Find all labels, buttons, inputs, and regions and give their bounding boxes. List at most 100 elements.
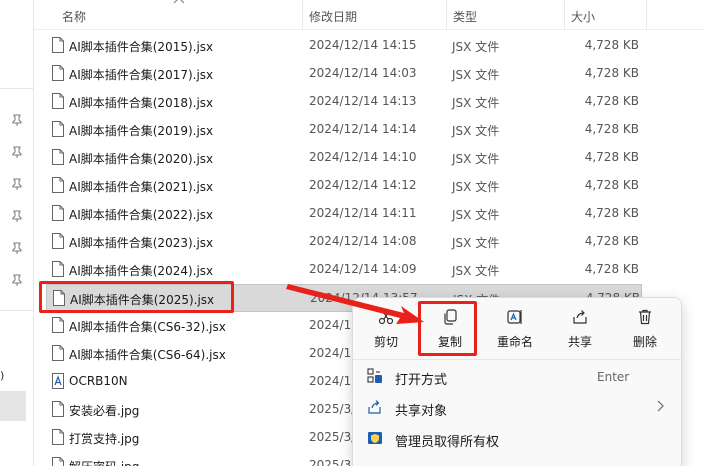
file-date: 2024/12/14 14:13 <box>309 94 417 108</box>
jsx-file-icon <box>52 149 64 165</box>
file-row[interactable]: AI脚本插件合集(2015).jsx 2024/12/14 14:15 JSX … <box>46 32 642 60</box>
pin-icon[interactable] <box>12 178 22 190</box>
jsx-file-icon <box>52 317 64 333</box>
sort-ascending-icon <box>173 0 185 4</box>
jsx-file-icon <box>52 121 64 137</box>
file-name: 解压密码.jpg <box>69 458 139 466</box>
file-type: JSX 文件 <box>452 68 500 82</box>
jsx-file-icon <box>52 37 64 53</box>
menu-item-open-with[interactable]: 打开方式 Enter <box>361 362 673 392</box>
scissors-icon <box>377 308 395 326</box>
file-date: 2024/12/14 14:12 <box>309 178 417 192</box>
jsx-file-icon <box>52 93 64 109</box>
menu-item-take-ownership[interactable]: 管理员取得所有权 <box>361 424 673 454</box>
delete-button[interactable]: 删除 <box>616 304 674 356</box>
file-date: 2024/12/14 14:09 <box>309 262 417 276</box>
cut-button[interactable]: 剪切 <box>357 304 415 356</box>
file-row[interactable]: AI脚本插件合集(2020).jsx 2024/12/14 14:10 JSX … <box>46 144 642 172</box>
delete-label: 删除 <box>632 335 657 349</box>
pin-icon[interactable] <box>12 114 22 126</box>
file-type: JSX 文件 <box>452 124 500 138</box>
column-divider[interactable] <box>302 0 303 30</box>
context-menu: 剪切 复制 重命名 共享 删除 打开方式 Enter 共享对象 管理员取得所有权 <box>352 297 682 466</box>
pin-icon[interactable] <box>12 210 22 222</box>
nav-item-fragment[interactable]: ) <box>0 369 4 382</box>
file-row[interactable]: AI脚本插件合集(2022).jsx 2024/12/14 14:11 JSX … <box>46 200 642 228</box>
image-file-icon <box>52 457 64 466</box>
file-date: 2024/12/14 14:08 <box>309 234 417 248</box>
jsx-file-icon <box>52 205 64 221</box>
column-divider[interactable] <box>646 0 647 30</box>
file-name: AI脚本插件合集(2018).jsx <box>69 96 214 110</box>
jsx-file-icon <box>52 177 64 193</box>
open-with-label: 打开方式 <box>395 373 448 388</box>
file-date: 2024/12/14 14:10 <box>309 150 417 164</box>
file-row[interactable]: AI脚本插件合集(2019).jsx 2024/12/14 14:14 JSX … <box>46 116 642 144</box>
file-name: AI脚本插件合集(CS6-32).jsx <box>69 320 226 334</box>
menu-divider <box>353 359 681 360</box>
column-name-header[interactable]: 名称 <box>62 8 86 25</box>
file-name: AI脚本插件合集(2022).jsx <box>69 208 214 222</box>
share-label: 共享 <box>567 335 592 349</box>
highlight-box-selected-file <box>39 281 234 313</box>
file-size: 4,728 KB <box>584 66 639 80</box>
file-date: 2024/12/14 14:14 <box>309 122 417 136</box>
nav-divider <box>0 88 34 89</box>
file-type: JSX 文件 <box>452 152 500 166</box>
column-divider[interactable] <box>564 0 565 30</box>
file-name: AI脚本插件合集(2023).jsx <box>69 236 214 250</box>
image-file-icon <box>52 429 64 445</box>
file-size: 4,728 KB <box>584 206 639 220</box>
file-row[interactable]: AI脚本插件合集(2018).jsx 2024/12/14 14:13 JSX … <box>46 88 642 116</box>
file-name: AI脚本插件合集(2024).jsx <box>69 264 214 278</box>
open-with-icon <box>367 368 383 384</box>
file-row[interactable]: AI脚本插件合集(2017).jsx 2024/12/14 14:03 JSX … <box>46 60 642 88</box>
file-type: JSX 文件 <box>452 180 500 194</box>
file-size: 4,728 KB <box>584 150 639 164</box>
column-size-header[interactable]: 大小 <box>571 8 595 25</box>
rename-button[interactable]: 重命名 <box>486 304 544 356</box>
column-type-header[interactable]: 类型 <box>453 8 477 25</box>
file-size: 4,728 KB <box>584 38 639 52</box>
image-file-icon <box>52 401 64 417</box>
menu-item-share-with[interactable]: 共享对象 <box>361 393 673 423</box>
column-divider[interactable] <box>446 0 447 30</box>
share-with-icon <box>367 399 383 415</box>
pin-icon[interactable] <box>12 146 22 158</box>
jsx-file-icon <box>52 65 64 81</box>
nav-divider <box>0 310 34 311</box>
file-row[interactable]: AI脚本插件合集(2023).jsx 2024/12/14 14:08 JSX … <box>46 228 642 256</box>
file-name: OCRB10N <box>69 374 128 388</box>
pin-icon[interactable] <box>12 274 22 286</box>
trash-icon <box>636 308 654 326</box>
share-button[interactable]: 共享 <box>551 304 609 356</box>
navigation-pane: ) <box>0 0 34 466</box>
file-date: 2025/3/ <box>309 402 356 416</box>
file-name: AI脚本插件合集(2021).jsx <box>69 180 214 194</box>
file-name: AI脚本插件合集(CS6-64).jsx <box>69 348 226 362</box>
nav-item-selected[interactable] <box>0 391 26 421</box>
file-name: AI脚本插件合集(2015).jsx <box>69 40 214 54</box>
file-date: 2024/12/14 14:11 <box>309 206 417 220</box>
file-name: 打赏支持.jpg <box>69 432 140 446</box>
open-with-shortcut: Enter <box>597 370 630 384</box>
cut-label: 剪切 <box>373 335 398 349</box>
highlight-box-copy <box>418 301 477 356</box>
pin-icon[interactable] <box>12 242 22 254</box>
file-row[interactable]: AI脚本插件合集(2024).jsx 2024/12/14 14:09 JSX … <box>46 256 642 284</box>
column-date-header[interactable]: 修改日期 <box>309 8 357 25</box>
file-size: 4,728 KB <box>584 234 639 248</box>
take-ownership-label: 管理员取得所有权 <box>395 435 500 450</box>
file-type: JSX 文件 <box>452 96 500 110</box>
file-size: 4,728 KB <box>584 94 639 108</box>
share-with-label: 共享对象 <box>395 404 448 419</box>
file-type: JSX 文件 <box>452 264 500 278</box>
jsx-file-icon <box>52 233 64 249</box>
jsx-file-icon <box>52 345 64 361</box>
file-row[interactable]: AI脚本插件合集(2021).jsx 2024/12/14 14:12 JSX … <box>46 172 642 200</box>
file-type: JSX 文件 <box>452 208 500 222</box>
file-date: 2024/12/14 14:15 <box>309 38 417 52</box>
file-size: 4,728 KB <box>584 178 639 192</box>
file-name: 安装必看.jpg <box>69 404 140 418</box>
file-type: JSX 文件 <box>452 236 500 250</box>
